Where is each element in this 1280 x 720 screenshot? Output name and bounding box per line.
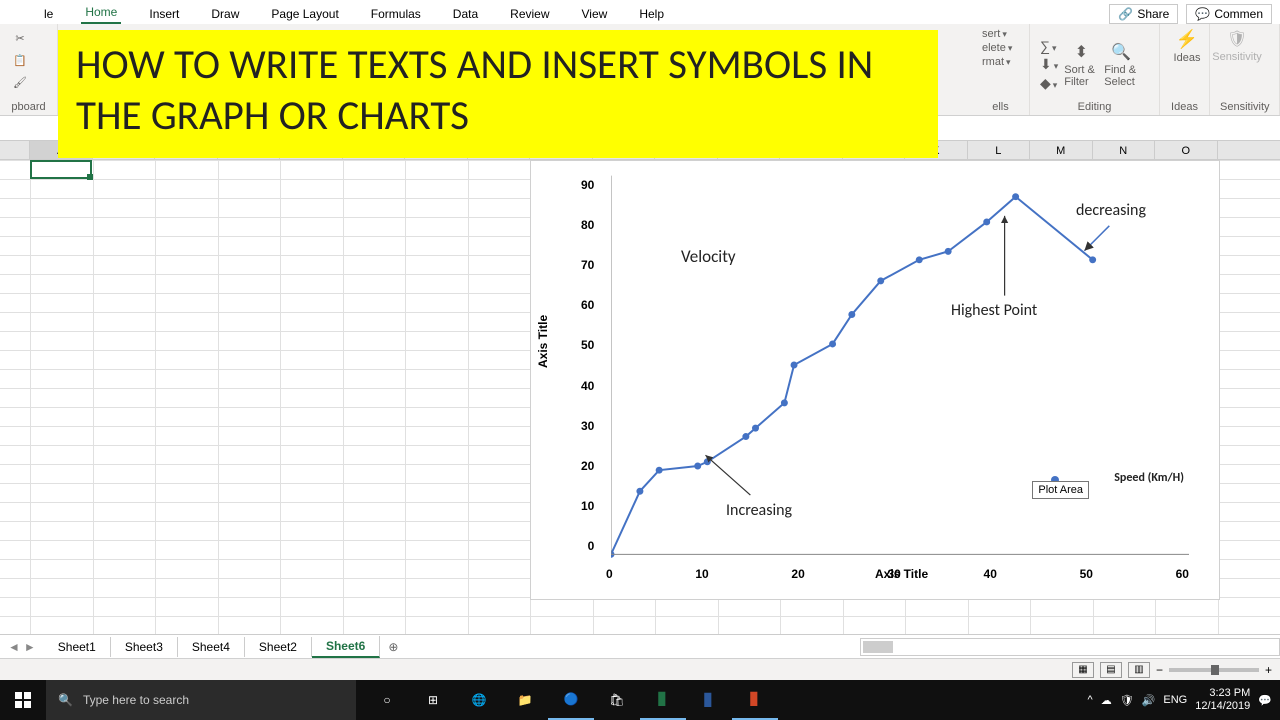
zoom-out[interactable]: −	[1156, 663, 1163, 677]
cortana-icon[interactable]: ○	[364, 680, 410, 720]
sheet-tab-4[interactable]: Sheet4	[178, 637, 245, 657]
sheet-nav-next[interactable]: ►	[24, 640, 36, 654]
file-explorer-icon[interactable]: 📁	[502, 680, 548, 720]
find-select-button[interactable]: 🔍 Find & Select	[1104, 47, 1138, 83]
group-sensitivity: Sensitivity	[1220, 101, 1269, 113]
tray-volume-icon[interactable]: 🔊	[1142, 694, 1156, 707]
overlay-title: HOW TO WRITE TEXTS AND INSERT SYMBOLS IN…	[58, 30, 938, 158]
sheet-tab-bar: ◄ ► Sheet1 Sheet3 Sheet4 Sheet2 Sheet6 ⊕	[0, 634, 1280, 658]
y-axis-title[interactable]: Axis Title	[536, 315, 550, 368]
col-N[interactable]: N	[1093, 141, 1156, 159]
tray-defender-icon[interactable]: 🛡	[1120, 694, 1134, 707]
cut-icon[interactable]: ✂	[10, 28, 30, 48]
tab-formulas[interactable]: Formulas	[367, 4, 425, 24]
delete-cells[interactable]: elete	[982, 42, 1012, 54]
sheet-tab-2[interactable]: Sheet2	[245, 637, 312, 657]
share-button[interactable]: 🔗 Share	[1109, 4, 1178, 24]
tray-onedrive-icon[interactable]: ☁	[1101, 694, 1112, 707]
ribbon-tabs: le Home Insert Draw Page Layout Formulas…	[0, 0, 1280, 24]
group-ideas: Ideas	[1170, 101, 1199, 113]
zoom-in[interactable]: +	[1265, 663, 1272, 677]
plot-area-tooltip: Plot Area	[1032, 481, 1089, 499]
tray-clock[interactable]: 3:23 PM 12/14/2019	[1195, 687, 1250, 713]
tab-view[interactable]: View	[578, 4, 612, 24]
word-icon[interactable]: ▊	[686, 680, 732, 720]
tray-language[interactable]: ENG	[1163, 694, 1187, 706]
tab-home[interactable]: Home	[81, 2, 121, 24]
x-axis-title[interactable]: Axis Title	[875, 567, 928, 581]
format-painter-icon[interactable]: 🖌	[10, 72, 30, 92]
horizontal-scrollbar[interactable]	[860, 638, 1280, 656]
taskbar-search[interactable]: 🔍 Type here to search	[46, 680, 356, 720]
plot-area[interactable]	[611, 171, 1189, 559]
tab-draw[interactable]: Draw	[207, 4, 243, 24]
search-placeholder: Type here to search	[83, 693, 189, 707]
annotation-highest[interactable]: Highest Point	[951, 301, 1037, 320]
sheet-tab-6[interactable]: Sheet6	[312, 636, 380, 658]
fill-icon[interactable]: ⬇	[1040, 56, 1058, 73]
tab-review[interactable]: Review	[506, 4, 553, 24]
add-sheet-button[interactable]: ⊕	[380, 640, 406, 654]
group-editing: Editing	[1040, 101, 1149, 113]
tray-up-icon[interactable]: ^	[1088, 694, 1093, 706]
selected-cell[interactable]	[30, 160, 92, 179]
search-icon: 🔍	[58, 693, 73, 707]
view-page-layout[interactable]: ▤	[1100, 662, 1122, 678]
clear-icon[interactable]: ◆	[1040, 75, 1058, 92]
sort-filter-button[interactable]: ⬍ Sort & Filter	[1064, 47, 1098, 83]
sheet-tab-1[interactable]: Sheet1	[44, 637, 111, 657]
edge-icon[interactable]: 🌐	[456, 680, 502, 720]
sensitivity-button[interactable]: 🛡 Sensitivity	[1220, 28, 1254, 64]
view-normal[interactable]: ▦	[1072, 662, 1094, 678]
legend-label[interactable]: Speed (Km/H)	[1114, 471, 1184, 485]
zoom-slider[interactable]	[1169, 668, 1259, 672]
status-bar: ▦ ▤ ▥ − +	[0, 658, 1280, 680]
y-axis: 9080706050403020100	[581, 171, 594, 546]
windows-taskbar: 🔍 Type here to search ○ ⊞ 🌐 📁 🔵 🛍 ▊ ▊ ▊ …	[0, 680, 1280, 720]
tab-file[interactable]: le	[40, 4, 57, 24]
autosum-icon[interactable]: ∑	[1040, 38, 1058, 54]
chart-svg	[611, 171, 1189, 559]
comments-button[interactable]: 💬 Commen	[1186, 4, 1272, 24]
annotation-decreasing[interactable]: decreasing	[1076, 201, 1146, 220]
tab-page-layout[interactable]: Page Layout	[267, 4, 342, 24]
chrome-icon[interactable]: 🔵	[548, 680, 594, 720]
col-M[interactable]: M	[1030, 141, 1093, 159]
copy-icon[interactable]: 📋	[10, 50, 30, 70]
annotation-increasing[interactable]: Increasing	[726, 501, 792, 520]
format-cells[interactable]: rmat	[982, 56, 1011, 68]
chart-title-text[interactable]: Velocity	[681, 246, 736, 267]
spreadsheet-grid[interactable]: Axis Title 9080706050403020100 010203040…	[0, 160, 1280, 634]
sheet-tab-3[interactable]: Sheet3	[111, 637, 178, 657]
ideas-button[interactable]: ⚡ Ideas	[1170, 28, 1204, 64]
tab-insert[interactable]: Insert	[145, 4, 183, 24]
start-button[interactable]	[0, 680, 46, 720]
col-O[interactable]: O	[1155, 141, 1218, 159]
sheet-nav-prev[interactable]: ◄	[8, 640, 20, 654]
insert-cells[interactable]: sert	[982, 28, 1007, 40]
powerpoint-icon[interactable]: ▊	[732, 680, 778, 720]
store-icon[interactable]: 🛍	[594, 680, 640, 720]
group-cells: ells	[982, 101, 1019, 113]
col-L[interactable]: L	[968, 141, 1031, 159]
tab-help[interactable]: Help	[635, 4, 668, 24]
excel-icon[interactable]: ▊	[640, 680, 686, 720]
task-view-icon[interactable]: ⊞	[410, 680, 456, 720]
view-page-break[interactable]: ▥	[1128, 662, 1150, 678]
chart-object[interactable]: Axis Title 9080706050403020100 010203040…	[530, 160, 1220, 600]
tab-data[interactable]: Data	[449, 4, 482, 24]
tray-notifications-icon[interactable]: 💬	[1258, 694, 1272, 707]
group-clipboard: pboard	[10, 101, 47, 113]
